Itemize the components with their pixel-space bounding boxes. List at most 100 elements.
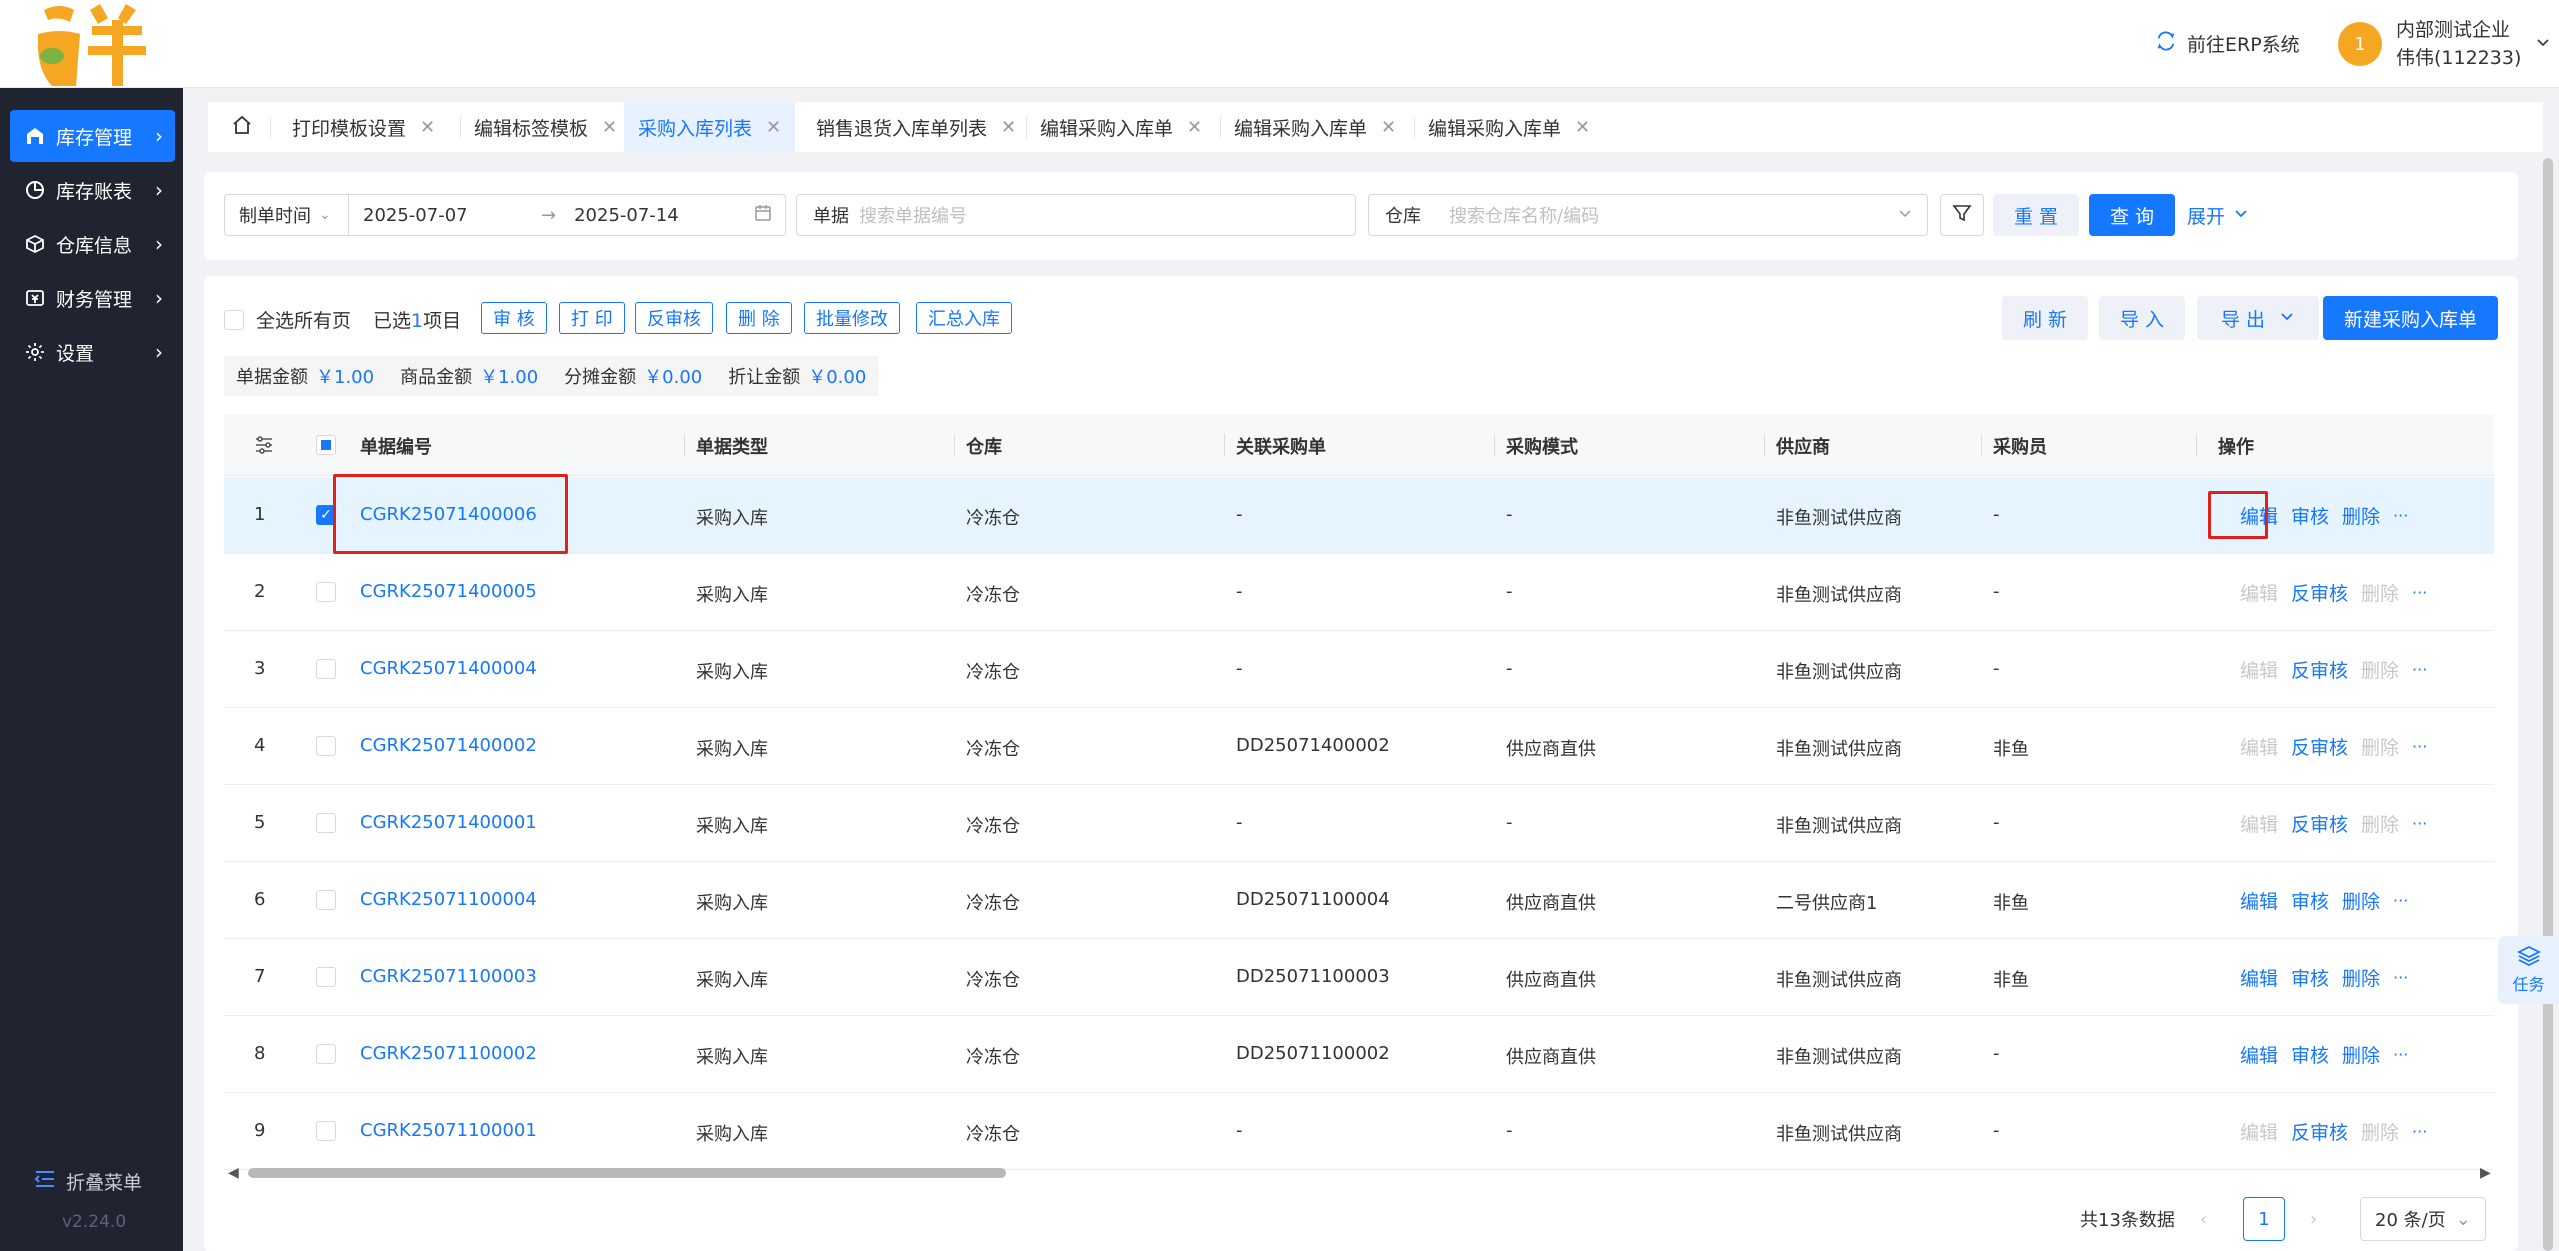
fold-menu-button[interactable]: 折叠菜单 xyxy=(34,1168,142,1195)
table-row[interactable]: 9 CGRK25071100001 采购入库 冷冻仓 - - 非鱼测试供应商 - 编辑 反审核 删除… xyxy=(224,1093,2494,1170)
query-button[interactable]: 查 询 xyxy=(2089,194,2175,236)
vertical-scrollbar[interactable] xyxy=(2543,158,2553,1251)
audit-action[interactable]: 反审核 xyxy=(2291,656,2348,683)
warehouse-select[interactable]: 仓库 搜索仓库名称/编码 xyxy=(1368,194,1928,236)
table-row[interactable]: 3 CGRK25071400004 采购入库 冷冻仓 - - 非鱼测试供应商 - 编辑 反审核 删除… xyxy=(224,631,2494,708)
edit-action[interactable]: 编辑 xyxy=(2240,964,2278,991)
delete-action[interactable]: 删除 xyxy=(2342,502,2380,529)
col-warehouse[interactable]: 仓库 xyxy=(966,433,1002,459)
edit-action[interactable]: 编辑 xyxy=(2240,887,2278,914)
row-checkbox[interactable] xyxy=(316,659,336,679)
table-row[interactable]: 8 CGRK25071100002 采购入库 冷冻仓 DD25071100002 供应商直… xyxy=(224,1016,2494,1093)
sidebar-item-warehouse-info[interactable]: 仓库信息 › xyxy=(10,218,175,270)
select-all-checkbox[interactable]: 全选所有页 xyxy=(224,306,351,333)
tab-edit-purchase-inbound-1[interactable]: 编辑采购入库单 ✕ xyxy=(1030,102,1212,152)
prev-page-icon[interactable]: ‹ xyxy=(2200,1197,2207,1241)
reset-button[interactable]: 重 置 xyxy=(1993,194,2079,236)
doc-code-link[interactable]: CGRK25071100001 xyxy=(360,1120,537,1141)
tab-purchase-inbound-list[interactable]: 采购入库列表 ✕ xyxy=(624,102,796,152)
tab-edit-purchase-inbound-2[interactable]: 编辑采购入库单 ✕ xyxy=(1224,102,1406,152)
close-icon[interactable]: ✕ xyxy=(1575,117,1590,138)
task-float-button[interactable]: 任务 xyxy=(2498,936,2559,1004)
new-purchase-inbound-button[interactable]: 新建采购入库单 xyxy=(2323,296,2498,340)
more-icon[interactable]: ··· xyxy=(2412,1122,2427,1141)
row-checkbox[interactable] xyxy=(316,813,336,833)
audit-action[interactable]: 审核 xyxy=(2291,1041,2329,1068)
more-icon[interactable]: ··· xyxy=(2393,968,2408,987)
more-icon[interactable]: ··· xyxy=(2393,891,2408,910)
scroll-right-icon[interactable]: ▶ xyxy=(2480,1165,2491,1181)
delete-action[interactable]: 删除 xyxy=(2342,887,2380,914)
more-icon[interactable]: ··· xyxy=(2412,814,2427,833)
doc-code-link[interactable]: CGRK25071400004 xyxy=(360,658,537,679)
next-page-icon[interactable]: › xyxy=(2310,1197,2317,1241)
page-size-select[interactable]: 20 条/页 ⌄ xyxy=(2360,1197,2486,1241)
column-settings-icon[interactable] xyxy=(254,436,274,459)
sidebar-item-settings[interactable]: 设置 › xyxy=(10,326,175,378)
audit-action[interactable]: 审核 xyxy=(2291,887,2329,914)
date-range-picker[interactable]: 制单时间 ⌄ 2025-07-07 → 2025-07-14 xyxy=(224,194,786,236)
close-icon[interactable]: ✕ xyxy=(766,117,781,138)
unaudit-button[interactable]: 反审核 xyxy=(635,302,713,334)
close-icon[interactable]: ✕ xyxy=(1001,117,1016,138)
date-end[interactable]: 2025-07-14 xyxy=(574,205,754,226)
table-row[interactable]: 5 CGRK25071400001 采购入库 冷冻仓 - - 非鱼测试供应商 - 编辑 反审核 删除… xyxy=(224,785,2494,862)
batch-edit-button[interactable]: 批量修改 xyxy=(804,302,900,334)
delete-button[interactable]: 删 除 xyxy=(726,302,792,334)
more-icon[interactable]: ··· xyxy=(2393,506,2408,525)
date-type-select[interactable]: 制单时间 ⌄ xyxy=(225,195,349,235)
export-button[interactable]: 导 出 xyxy=(2197,296,2319,340)
sidebar-item-inventory[interactable]: 库存管理 › xyxy=(10,110,175,162)
row-checkbox[interactable] xyxy=(316,1044,336,1064)
tab-print-template[interactable]: 打印模板设置 ✕ xyxy=(282,102,445,152)
filter-button[interactable] xyxy=(1940,194,1984,236)
date-start[interactable]: 2025-07-07 xyxy=(363,205,541,226)
more-icon[interactable]: ··· xyxy=(2393,1045,2408,1064)
table-row[interactable]: 4 CGRK25071400002 采购入库 冷冻仓 DD25071400002 供应商直… xyxy=(224,708,2494,785)
audit-action[interactable]: 审核 xyxy=(2291,964,2329,991)
close-icon[interactable]: ✕ xyxy=(602,117,617,138)
checkbox[interactable] xyxy=(224,309,244,330)
user-menu[interactable]: 1 内部测试企业 伟伟(112233) xyxy=(2338,16,2551,72)
table-row[interactable]: 7 CGRK25071100003 采购入库 冷冻仓 DD25071100003 供应商直… xyxy=(224,939,2494,1016)
tab-edit-purchase-inbound-3[interactable]: 编辑采购入库单 ✕ xyxy=(1418,102,1600,152)
col-related-po[interactable]: 关联采购单 xyxy=(1236,433,1326,459)
go-erp-link[interactable]: 前往ERP系统 xyxy=(2155,30,2300,57)
more-icon[interactable]: ··· xyxy=(2412,583,2427,602)
col-doc-type[interactable]: 单据类型 xyxy=(696,433,768,459)
audit-button[interactable]: 审 核 xyxy=(481,302,547,334)
audit-action[interactable]: 审核 xyxy=(2291,502,2329,529)
close-icon[interactable]: ✕ xyxy=(420,117,435,138)
header-checkbox[interactable] xyxy=(316,435,336,455)
refresh-button[interactable]: 刷 新 xyxy=(2002,296,2088,340)
doc-code-link[interactable]: CGRK25071400001 xyxy=(360,812,537,833)
audit-action[interactable]: 反审核 xyxy=(2291,733,2348,760)
sidebar-item-finance[interactable]: 财务管理 › xyxy=(10,272,175,324)
row-checkbox[interactable] xyxy=(316,890,336,910)
more-icon[interactable]: ··· xyxy=(2412,737,2427,756)
delete-action[interactable]: 删除 xyxy=(2342,964,2380,991)
doc-code-link[interactable]: CGRK25071400005 xyxy=(360,581,537,602)
print-button[interactable]: 打 印 xyxy=(559,302,625,334)
import-button[interactable]: 导 入 xyxy=(2099,296,2185,340)
page-number[interactable]: 1 xyxy=(2243,1197,2285,1241)
doc-code-link[interactable]: CGRK25071100004 xyxy=(360,889,537,910)
table-row[interactable]: 6 CGRK25071100004 采购入库 冷冻仓 DD25071100004 供应商直… xyxy=(224,862,2494,939)
tab-edit-label-template[interactable]: 编辑标签模板 ✕ xyxy=(464,102,627,152)
scroll-left-icon[interactable]: ◀ xyxy=(228,1165,239,1181)
col-supplier[interactable]: 供应商 xyxy=(1776,433,1830,459)
row-checkbox[interactable] xyxy=(316,582,336,602)
row-checkbox[interactable] xyxy=(316,736,336,756)
more-icon[interactable]: ··· xyxy=(2412,660,2427,679)
delete-action[interactable]: 删除 xyxy=(2342,1041,2380,1068)
row-checkbox[interactable] xyxy=(316,1121,336,1141)
col-buyer[interactable]: 采购员 xyxy=(1993,433,2047,459)
doc-code-link[interactable]: CGRK25071100003 xyxy=(360,966,537,987)
tab-home[interactable] xyxy=(220,102,264,152)
row-checkbox[interactable] xyxy=(316,967,336,987)
doc-code-link[interactable]: CGRK25071400002 xyxy=(360,735,537,756)
summary-inbound-button[interactable]: 汇总入库 xyxy=(916,302,1012,334)
audit-action[interactable]: 反审核 xyxy=(2291,810,2348,837)
tab-sales-return-list[interactable]: 销售退货入库单列表 ✕ xyxy=(806,102,1026,152)
close-icon[interactable]: ✕ xyxy=(1381,117,1396,138)
